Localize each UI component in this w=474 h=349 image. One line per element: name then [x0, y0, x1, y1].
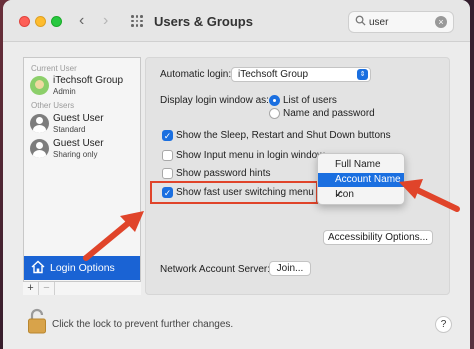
- user-avatar-icon: [30, 76, 49, 95]
- other-users-label: Other Users: [31, 101, 75, 110]
- menu-item-account-name[interactable]: Account Name: [318, 173, 404, 187]
- house-icon: [31, 260, 45, 274]
- menu-item-full-name[interactable]: Full Name: [318, 158, 404, 172]
- search-icon: [355, 15, 366, 26]
- annotation-arrow-right: [399, 179, 460, 212]
- sleep-restart-label: Show the Sleep, Restart and Shut Down bu…: [176, 130, 391, 141]
- search-field[interactable]: user ×: [348, 11, 454, 33]
- user-row-guest-standard[interactable]: Guest User Standard: [30, 112, 138, 138]
- titlebar: ‹ › Users & Groups user ×: [3, 0, 470, 42]
- input-menu-checkbox[interactable]: [162, 150, 173, 161]
- clear-search-icon[interactable]: ×: [435, 16, 447, 28]
- accessibility-options-button[interactable]: Accessibility Options...: [323, 230, 433, 245]
- guest-avatar-icon: [30, 139, 49, 158]
- lock-icon[interactable]: [27, 308, 47, 334]
- remove-user-button[interactable]: −: [39, 282, 55, 295]
- menu-item-icon[interactable]: ✓ Icon: [318, 188, 404, 202]
- network-account-label: Network Account Server:: [160, 264, 271, 275]
- user-role: Sharing only: [53, 150, 98, 159]
- automatic-login-popup[interactable]: iTechsoft Group ⇕: [231, 67, 371, 82]
- close-button[interactable]: [19, 16, 30, 27]
- forward-icon[interactable]: ›: [103, 12, 108, 30]
- search-input[interactable]: user: [369, 17, 388, 28]
- user-name: iTechsoft Group: [53, 75, 124, 86]
- name-and-password-radio[interactable]: [269, 108, 280, 119]
- join-button[interactable]: Join...: [269, 261, 311, 276]
- help-button[interactable]: ?: [435, 316, 452, 333]
- automatic-login-label: Automatic login:: [160, 69, 232, 80]
- user-role: Admin: [53, 87, 76, 96]
- show-all-grid-icon[interactable]: [131, 15, 143, 27]
- back-icon[interactable]: ‹: [79, 12, 84, 30]
- minimize-button[interactable]: [35, 16, 46, 27]
- add-user-button[interactable]: +: [23, 282, 39, 295]
- lock-text: Click the lock to prevent further change…: [52, 319, 234, 330]
- add-remove-bar: + −: [23, 281, 141, 295]
- automatic-login-value: iTechsoft Group: [238, 69, 309, 80]
- zoom-button[interactable]: [51, 16, 62, 27]
- sleep-restart-checkbox[interactable]: ✓: [162, 130, 173, 141]
- list-of-users-label: List of users: [283, 95, 337, 106]
- user-row-guest-sharing[interactable]: Guest User Sharing only: [30, 137, 138, 163]
- window-title: Users & Groups: [154, 14, 253, 29]
- password-hints-checkbox[interactable]: [162, 168, 173, 179]
- user-name: Guest User: [53, 138, 104, 149]
- login-options-label: Login Options: [50, 262, 115, 274]
- fast-switching-menu: Full Name Account Name ✓ Icon: [317, 153, 405, 205]
- current-user-label: Current User: [31, 64, 77, 73]
- popup-chevron-icon: ⇕: [357, 69, 368, 80]
- user-name: Guest User: [53, 113, 104, 124]
- input-menu-label: Show Input menu in login window: [176, 150, 325, 161]
- password-hints-label: Show password hints: [176, 168, 271, 179]
- annotation-arrow-left: [83, 211, 144, 261]
- user-row-itechsoft[interactable]: iTechsoft Group Admin: [30, 74, 138, 100]
- display-login-label: Display login window as:: [160, 95, 269, 106]
- name-and-password-label: Name and password: [283, 108, 375, 119]
- user-role: Standard: [53, 125, 86, 134]
- list-of-users-radio[interactable]: [269, 95, 280, 106]
- annotation-highlight-box: [150, 181, 318, 204]
- guest-avatar-icon: [30, 114, 49, 133]
